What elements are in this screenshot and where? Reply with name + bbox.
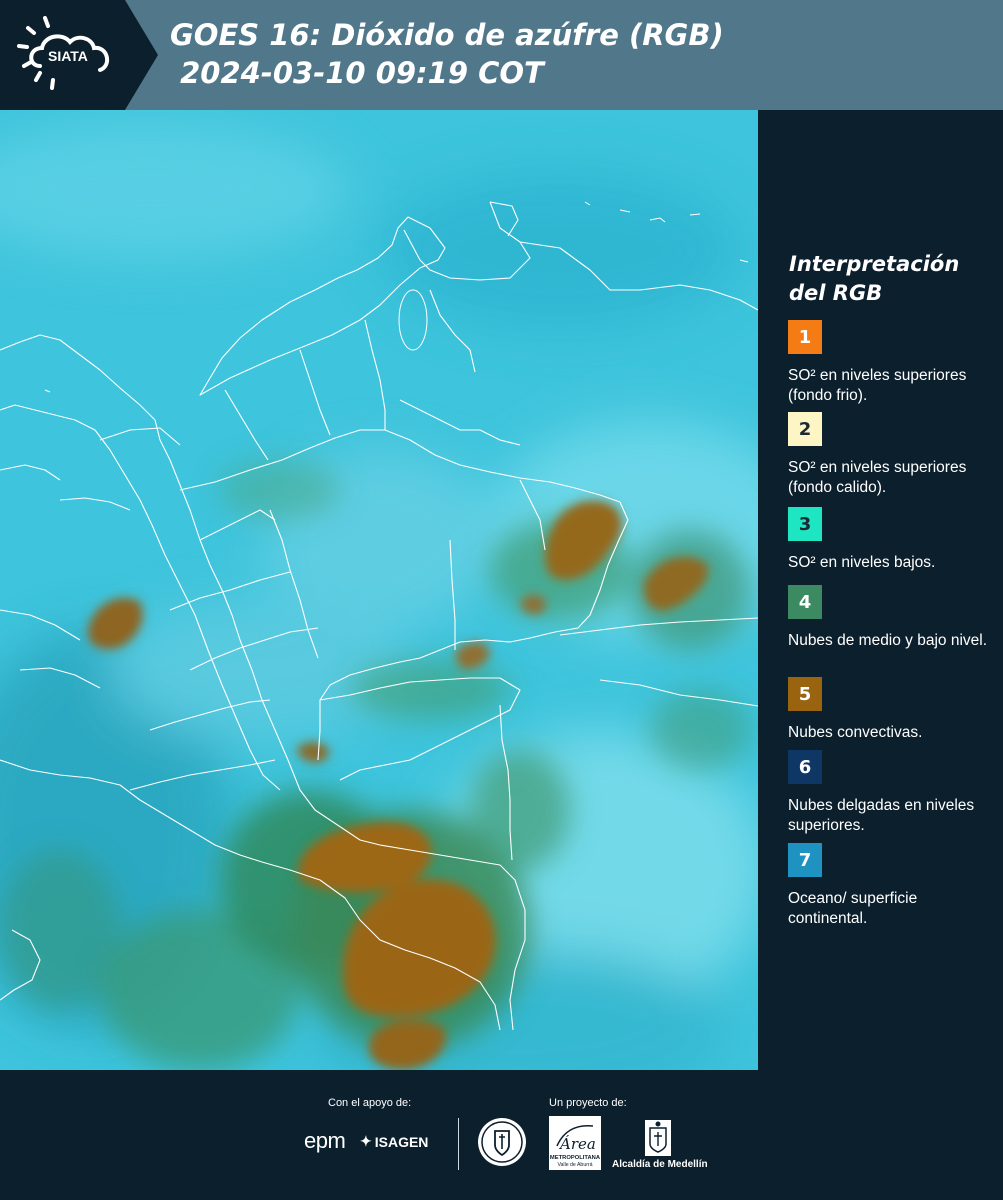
epm-logo: epm [304, 1128, 346, 1153]
alcaldia-text: Alcaldía de Medellín [612, 1159, 708, 1170]
legend-item-7: 7 Oceano/ superficie continental. [788, 843, 998, 929]
legend-label-6: Nubes delgadas en niveles superiores. [788, 797, 975, 834]
legend-label-1: SO² en niveles superiores (fondo frio). [788, 367, 967, 404]
legend-title-line2: del RGB [789, 281, 883, 305]
legend-panel: Interpretación del RGB 1 SO² en niveles s… [758, 110, 1003, 1070]
page-title: GOES 16: Dióxido de azúfre (RGB) 2024-03… [170, 16, 724, 92]
legend-label-7: Oceano/ superficie continental. [788, 890, 918, 927]
area-logo-line2: Valle de Aburrá [557, 1162, 592, 1168]
legend-title: Interpretación del RGB [789, 250, 989, 308]
isagen-star-icon: ✦ [360, 1133, 372, 1149]
footer-bar: Con el apoyo de: Un proyecto de: epm ✦ I… [0, 1070, 1003, 1200]
satellite-map [0, 110, 758, 1071]
legend-item-4: 4 Nubes de medio y bajo nivel. [788, 585, 998, 651]
siata-logo-text: SIATA [48, 48, 88, 64]
legend-item-2: 2 SO² en niveles superiores (fondo calido… [788, 412, 998, 498]
legend-swatch-5: 5 [788, 677, 822, 711]
area-logo-mark: Área [558, 1135, 596, 1153]
legend-swatch-1: 1 [788, 320, 822, 354]
legend-label-2: SO² en niveles superiores (fondo calido)… [788, 459, 967, 496]
legend-item-3: 3 SO² en niveles bajos. [788, 507, 998, 573]
header-bar: SIATA GOES 16: Dióxido de azúfre (RGB) 2… [0, 0, 1003, 110]
title-timestamp: 2024-03-10 09:19 COT [170, 56, 544, 90]
project-label: Un proyecto de: [549, 1097, 627, 1109]
legend-swatch-6: 6 [788, 750, 822, 784]
legend-swatch-4: 4 [788, 585, 822, 619]
area-logo-line1: METROPOLITANA [550, 1155, 601, 1161]
footer-divider [458, 1118, 459, 1170]
legend-item-6: 6 Nubes delgadas en niveles superiores. [788, 750, 998, 836]
area-metropolitana-logo: Área METROPOLITANA Valle de Aburrá [549, 1116, 601, 1170]
isagen-logo: ✦ ISAGEN [360, 1133, 428, 1150]
legend-swatch-3: 3 [788, 507, 822, 541]
legend-swatch-7: 7 [788, 843, 822, 877]
legend-label-5: Nubes convectivas. [788, 724, 923, 741]
legend-label-4: Nubes de medio y bajo nivel. [788, 632, 988, 649]
legend-swatch-2: 2 [788, 412, 822, 446]
support-label: Con el apoyo de: [328, 1097, 412, 1109]
isagen-logo-text: ISAGEN [374, 1133, 429, 1150]
legend-item-5: 5 Nubes convectivas. [788, 677, 998, 743]
legend-item-1: 1 SO² en niveles superiores (fondo frio). [788, 320, 998, 406]
legend-title-line1: Interpretación [789, 252, 960, 276]
legend-label-3: SO² en niveles bajos. [788, 554, 936, 571]
siata-logo[interactable]: SIATA [0, 0, 160, 110]
alcaldia-logo: Alcaldía de Medellín [612, 1116, 708, 1174]
title-product: GOES 16: Dióxido de azúfre (RGB) [170, 18, 724, 52]
medellin-seal-icon [477, 1117, 527, 1167]
